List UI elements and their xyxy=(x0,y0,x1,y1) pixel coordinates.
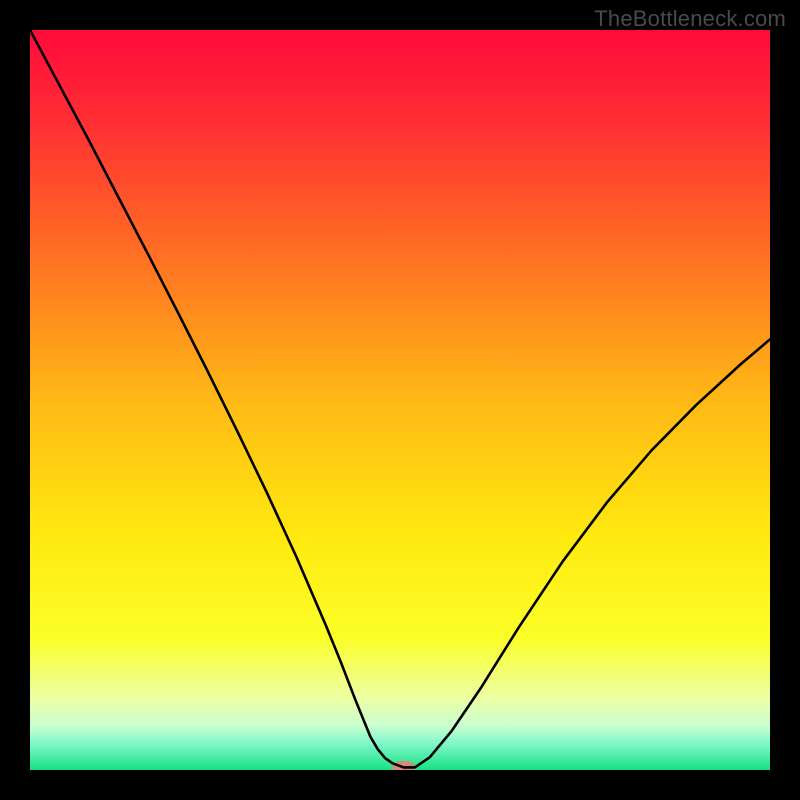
gradient-background xyxy=(30,30,770,770)
watermark-text: TheBottleneck.com xyxy=(594,6,786,32)
chart-frame: TheBottleneck.com xyxy=(0,0,800,800)
chart-canvas xyxy=(30,30,770,770)
plot-area xyxy=(30,30,770,770)
